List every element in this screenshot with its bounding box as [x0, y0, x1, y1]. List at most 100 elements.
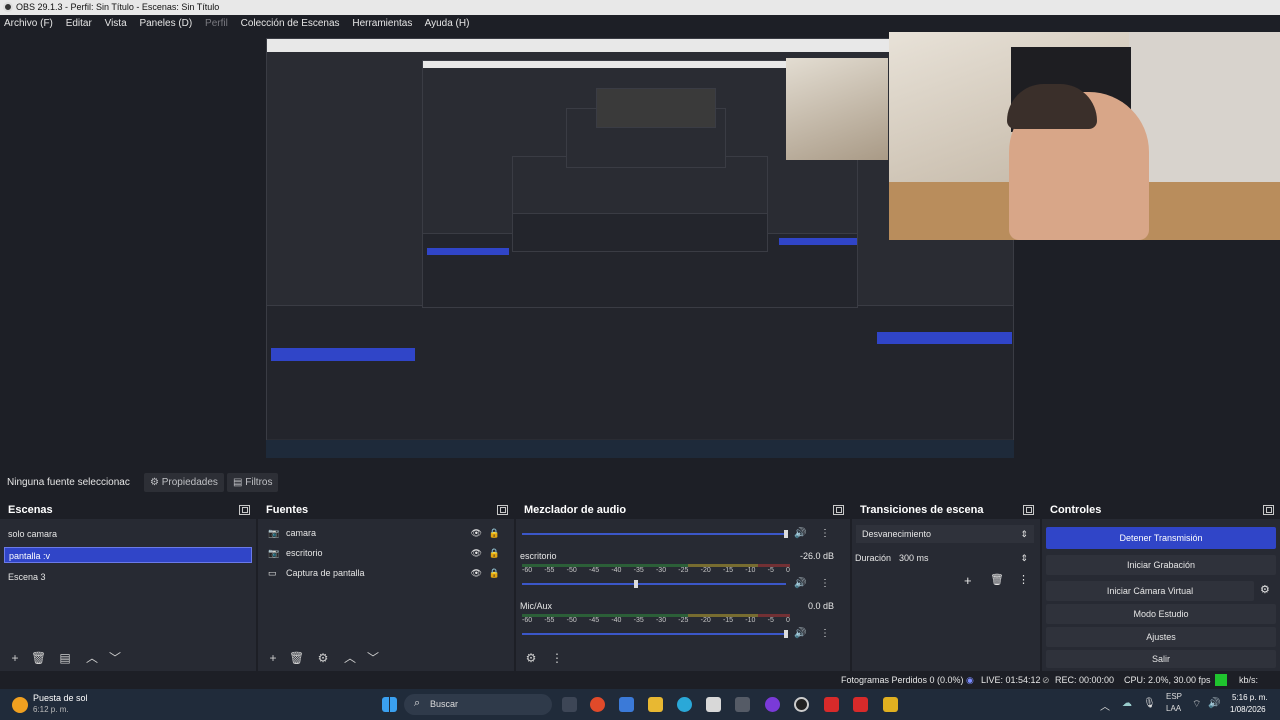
- speaker-icon[interactable]: 🔊: [794, 528, 806, 539]
- language-label[interactable]: ESP: [1166, 692, 1182, 701]
- start-virtual-camera-button[interactable]: Iniciar Cámara Virtual: [1046, 581, 1254, 601]
- scene-item-escena-3[interactable]: Escena 3: [4, 569, 252, 585]
- cloud-icon[interactable]: ☁: [1122, 698, 1132, 709]
- undock-icon[interactable]: [1263, 505, 1274, 515]
- down-arrow-icon[interactable]: ﹀: [108, 651, 122, 665]
- nested-preview-3: [512, 156, 768, 252]
- undock-icon[interactable]: [1023, 505, 1034, 515]
- kebab-menu-icon[interactable]: ⋮: [820, 628, 830, 639]
- gear-icon[interactable]: ⚙: [316, 651, 330, 665]
- menu-archivo[interactable]: Archivo (F): [4, 18, 53, 29]
- unlock-icon[interactable]: 🔒: [489, 545, 500, 561]
- lock-icon[interactable]: 🔒: [489, 525, 500, 541]
- wifi-icon[interactable]: ⌔: [1192, 698, 1201, 711]
- undock-icon[interactable]: [239, 505, 250, 515]
- virtual-camera-gear-icon[interactable]: ⚙: [1260, 583, 1270, 596]
- add-scene-icon[interactable]: +: [8, 651, 22, 665]
- chrome-icon[interactable]: [590, 697, 605, 712]
- menu-ayuda[interactable]: Ayuda (H): [425, 18, 470, 29]
- source-item-captura[interactable]: ▭ Captura de pantalla 👁 🔒: [262, 565, 510, 581]
- taskbar-search[interactable]: ⌕ Buscar: [404, 694, 552, 715]
- studio-mode-button[interactable]: Modo Estudio: [1046, 604, 1276, 624]
- clock-time[interactable]: 5:16 p. m.: [1232, 693, 1268, 702]
- properties-button[interactable]: ⚙ Propiedades: [144, 473, 224, 492]
- store-icon[interactable]: [706, 697, 721, 712]
- menu-coleccion-escenas[interactable]: Colección de Escenas: [241, 18, 340, 29]
- exit-button[interactable]: Salir: [1046, 650, 1276, 668]
- transitions-title: Transiciones de escena: [860, 504, 984, 516]
- undock-icon[interactable]: [833, 505, 844, 515]
- preview-area[interactable]: [0, 32, 1280, 468]
- mixer-title: Mezclador de audio: [524, 504, 627, 516]
- window-title: OBS 29.1.3 - Perfil: Sin Título - Escena…: [16, 2, 220, 12]
- menu-vista[interactable]: Vista: [105, 18, 127, 29]
- unlock-icon[interactable]: 🔒: [489, 565, 500, 581]
- meter-scale: -60 -55 -50 -45 -40 -35 -30 -25 -20 -15 -10 -5 0: [522, 617, 790, 624]
- channel-name: escritorio: [520, 551, 557, 561]
- eye-icon[interactable]: 👁: [471, 545, 482, 561]
- speaker-icon[interactable]: 🔊: [794, 628, 806, 639]
- transition-select[interactable]: Desvanecimiento ⇕: [856, 525, 1034, 543]
- windows-start-icon[interactable]: [382, 697, 397, 712]
- app4-icon[interactable]: [853, 697, 868, 712]
- monitor-icon: ▭: [268, 568, 277, 578]
- menu-bar: Archivo (F) Editar Vista Paneles (D) Per…: [0, 15, 1280, 32]
- eye-icon[interactable]: 👁: [471, 565, 482, 581]
- scene-item-solo-camara[interactable]: solo camara: [4, 526, 252, 542]
- menu-paneles[interactable]: Paneles (D): [139, 18, 192, 29]
- folder-icon[interactable]: [648, 697, 663, 712]
- dropped-frames: Fotogramas Perdidos 0 (0.0%): [841, 675, 964, 685]
- trash-icon[interactable]: 🗑: [990, 573, 1004, 586]
- kebab-menu-icon[interactable]: ⋮: [820, 528, 830, 539]
- settings-button[interactable]: Ajustes: [1046, 627, 1276, 647]
- app5-icon[interactable]: [883, 697, 898, 712]
- add-source-icon[interactable]: +: [266, 651, 280, 665]
- microphone-icon[interactable]: 🎙: [1143, 698, 1156, 709]
- eye-icon[interactable]: 👁: [471, 525, 482, 541]
- obs-taskbar-icon[interactable]: [794, 697, 809, 712]
- app-icon[interactable]: [735, 697, 750, 712]
- cpu-usage: CPU: 2.0%, 30.00 fps: [1124, 675, 1211, 685]
- trash-icon[interactable]: 🗑: [31, 651, 46, 665]
- filters-button[interactable]: ▤ Filtros: [227, 473, 279, 492]
- kebab-menu-icon[interactable]: ⋮: [820, 578, 830, 589]
- edge-icon[interactable]: [677, 697, 692, 712]
- source-item-camara[interactable]: 📷 camara 👁 🔒: [262, 525, 510, 541]
- source-item-escritorio[interactable]: 📷 escritorio 👁 🔒: [262, 545, 510, 561]
- properties-label: Propiedades: [161, 477, 218, 488]
- volume-slider-escritorio[interactable]: [522, 580, 786, 588]
- duration-input[interactable]: 300 ms ⇕: [896, 549, 1034, 567]
- app3-icon[interactable]: [824, 697, 839, 712]
- up-arrow-icon[interactable]: ︿: [343, 651, 357, 665]
- camera-icon: 📷: [268, 528, 280, 538]
- weather-title[interactable]: Puesta de sol: [33, 693, 88, 703]
- spinner-icon[interactable]: ⇕: [1020, 549, 1028, 567]
- live-icon: ◉: [966, 675, 974, 685]
- transition-selected: Desvanecimiento: [862, 529, 932, 539]
- volume-icon[interactable]: 🔊: [1208, 698, 1220, 709]
- controls-dock: Controles Detener Transmisión Iniciar Gr…: [1042, 501, 1280, 671]
- volume-slider[interactable]: [522, 530, 788, 538]
- gear-icon: ⚙: [150, 477, 162, 488]
- advanced-audio-gear-icon[interactable]: ⚙: [524, 651, 538, 665]
- chevron-up-icon[interactable]: ︿: [1100, 698, 1110, 713]
- kebab-menu-icon[interactable]: ⋮: [1018, 573, 1029, 586]
- start-recording-button[interactable]: Iniciar Grabación: [1046, 555, 1276, 575]
- menu-herramientas[interactable]: Herramientas: [352, 18, 412, 29]
- task-view-icon[interactable]: [562, 697, 577, 712]
- menu-editar[interactable]: Editar: [66, 18, 92, 29]
- camera-icon: 📷: [268, 548, 280, 558]
- volume-slider-mic[interactable]: [522, 630, 788, 638]
- kebab-menu-icon[interactable]: ⋮: [550, 651, 564, 665]
- scene-item-pantalla[interactable]: pantalla :v: [4, 547, 252, 563]
- filter-icon[interactable]: ▤: [58, 651, 72, 665]
- app2-icon[interactable]: [765, 697, 780, 712]
- photos-icon[interactable]: [619, 697, 634, 712]
- stop-stream-button[interactable]: Detener Transmisión: [1046, 527, 1276, 549]
- up-arrow-icon[interactable]: ︿: [85, 651, 99, 665]
- undock-icon[interactable]: [497, 505, 508, 515]
- trash-icon[interactable]: 🗑: [289, 651, 304, 665]
- speaker-icon[interactable]: 🔊: [794, 578, 806, 589]
- down-arrow-icon[interactable]: ﹀: [366, 651, 380, 665]
- add-transition-icon[interactable]: +: [964, 573, 972, 588]
